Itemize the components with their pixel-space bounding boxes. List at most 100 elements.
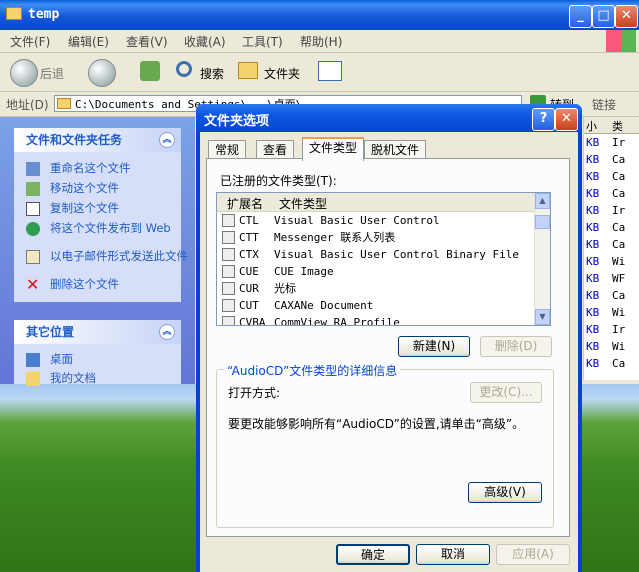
file-type-row[interactable]: CTL Visual Basic User Control — [217, 212, 534, 229]
cancel-button[interactable]: 取消 — [416, 544, 490, 565]
scroll-thumb[interactable] — [535, 215, 550, 229]
file-type-row[interactable]: CVBA CommView RA Profile — [217, 314, 534, 325]
address-label: 地址(D) — [6, 98, 49, 112]
file-type: Ca — [612, 153, 626, 166]
search-icon[interactable] — [176, 61, 192, 77]
column-file-type[interactable]: 文件类型 — [279, 195, 327, 212]
file-row[interactable]: KB Ca — [584, 168, 639, 185]
up-folder-icon[interactable] — [140, 61, 160, 81]
file-row[interactable]: KB Ca — [584, 355, 639, 372]
apply-button[interactable]: 应用(A) — [496, 544, 570, 565]
file-type: Wi — [612, 340, 626, 353]
file-row[interactable]: KB Wi — [584, 253, 639, 270]
file-row[interactable]: KB Ca — [584, 287, 639, 304]
file-size: KB — [586, 136, 600, 149]
tab-view[interactable]: 查看 — [256, 140, 295, 159]
file-list: 小 类 KB Ir KB Ca KB Ca KB Ca KB Ir KB Ca KB Ca KB Wi KB WF… — [583, 117, 639, 380]
folders-icon[interactable] — [238, 62, 258, 79]
collapse-chevron-icon[interactable]: ︽ — [159, 324, 175, 340]
copy-icon — [26, 202, 40, 216]
help-button[interactable]: ? — [532, 108, 555, 131]
file-size: KB — [586, 187, 600, 200]
delete-button[interactable]: 删除(D) — [480, 336, 552, 357]
back-label[interactable]: 后退 — [40, 65, 64, 82]
menu-tools[interactable]: 工具(T) — [242, 33, 283, 50]
file-row[interactable]: KB Wi — [584, 304, 639, 321]
advanced-description: 要更改能够影响所有“AudioCD”的设置,请单击“高级”。 — [228, 417, 525, 431]
file-type-description: Messenger 联系人列表 — [274, 231, 396, 244]
places-panel-header[interactable]: 其它位置 ︽ — [14, 320, 181, 344]
dialog-titlebar[interactable]: 文件夹选项 ? ✕ — [196, 104, 582, 132]
tab-offline-files[interactable]: 脱机文件 — [364, 140, 427, 159]
file-row[interactable]: KB Ir — [584, 134, 639, 151]
file-type-icon — [222, 231, 235, 244]
dialog-close-button[interactable]: ✕ — [555, 108, 578, 131]
ok-button[interactable]: 确定 — [336, 544, 410, 565]
file-size: KB — [586, 323, 600, 336]
new-button[interactable]: 新建(N) — [398, 336, 470, 357]
back-arrow-icon[interactable] — [10, 59, 38, 87]
file-row[interactable]: KB WF — [584, 270, 639, 287]
file-size: KB — [586, 289, 600, 302]
menu-file[interactable]: 文件(F) — [10, 33, 50, 50]
file-row[interactable]: KB Ca — [584, 185, 639, 202]
registered-types-label: 已注册的文件类型(T): — [220, 174, 337, 188]
tasks-title: 文件和文件夹任务 — [26, 133, 123, 147]
file-row[interactable]: KB Ir — [584, 321, 639, 338]
file-type: Ca — [612, 187, 626, 200]
tab-file-types[interactable]: 文件类型 — [302, 137, 365, 161]
file-size: KB — [586, 221, 600, 234]
file-type-row[interactable]: CTX Visual Basic User Control Binary File — [217, 246, 534, 263]
forward-arrow-icon[interactable] — [88, 59, 116, 87]
minimize-button[interactable]: _ — [569, 5, 592, 28]
globe-icon — [26, 222, 40, 236]
views-icon[interactable] — [318, 61, 342, 81]
advanced-button[interactable]: 高级(V) — [468, 482, 542, 503]
file-type: Ir — [612, 204, 626, 217]
file-type-description: Visual Basic User Control Binary File — [274, 248, 520, 261]
explorer-titlebar[interactable]: temp _ □ ✕ — [0, 0, 639, 30]
file-row[interactable]: KB Ir — [584, 202, 639, 219]
file-type-row[interactable]: CTT Messenger 联系人列表 — [217, 229, 534, 246]
file-types-scrollbar[interactable]: ▲ ▼ — [534, 193, 550, 325]
documents-icon — [26, 372, 40, 386]
file-type-row[interactable]: CUR 光标 — [217, 280, 534, 297]
folders-label[interactable]: 文件夹 — [264, 65, 300, 82]
file-type: Ir — [612, 323, 626, 336]
tasks-panel-header[interactable]: 文件和文件夹任务 ︽ — [14, 128, 181, 152]
file-list-header[interactable]: 小 类 — [584, 117, 639, 134]
file-type-row[interactable]: CUE CUE Image — [217, 263, 534, 280]
close-button[interactable]: ✕ — [615, 5, 638, 28]
rename-icon — [26, 162, 40, 176]
folder-icon — [57, 98, 71, 109]
file-row[interactable]: KB Wi — [584, 338, 639, 355]
file-type-row[interactable]: CUT CAXANe Document — [217, 297, 534, 314]
search-label[interactable]: 搜索 — [200, 65, 224, 82]
file-row[interactable]: KB Ca — [584, 151, 639, 168]
collapse-chevron-icon[interactable]: ︽ — [159, 132, 175, 148]
file-type-extension: CUR — [239, 282, 259, 295]
menu-favorites[interactable]: 收藏(A) — [184, 33, 226, 50]
file-type: Ca — [612, 289, 626, 302]
menu-help[interactable]: 帮助(H) — [300, 33, 342, 50]
tab-general[interactable]: 常规 — [208, 140, 247, 159]
change-button[interactable]: 更改(C)... — [470, 382, 542, 403]
file-types-list[interactable]: 扩展名 文件类型 CTL Visual Basic User Control CTT… — [216, 192, 551, 326]
file-row[interactable]: KB Ca — [584, 236, 639, 253]
links-label[interactable]: 链接 — [592, 96, 616, 113]
file-type-extension: CTL — [239, 214, 259, 227]
file-type: Ca — [612, 221, 626, 234]
menu-edit[interactable]: 编辑(E) — [68, 33, 109, 50]
maximize-button[interactable]: □ — [592, 5, 615, 28]
scroll-down-button[interactable]: ▼ — [535, 309, 550, 325]
file-row[interactable]: KB Ca — [584, 219, 639, 236]
file-type-icon — [222, 316, 235, 325]
file-type: Wi — [612, 306, 626, 319]
file-type-description: Visual Basic User Control — [274, 214, 440, 227]
file-size: KB — [586, 272, 600, 285]
scroll-up-button[interactable]: ▲ — [535, 193, 550, 209]
menu-view[interactable]: 查看(V) — [126, 33, 168, 50]
file-size: KB — [586, 170, 600, 183]
column-extension[interactable]: 扩展名 — [227, 195, 263, 212]
file-type-extension: CTX — [239, 248, 259, 261]
